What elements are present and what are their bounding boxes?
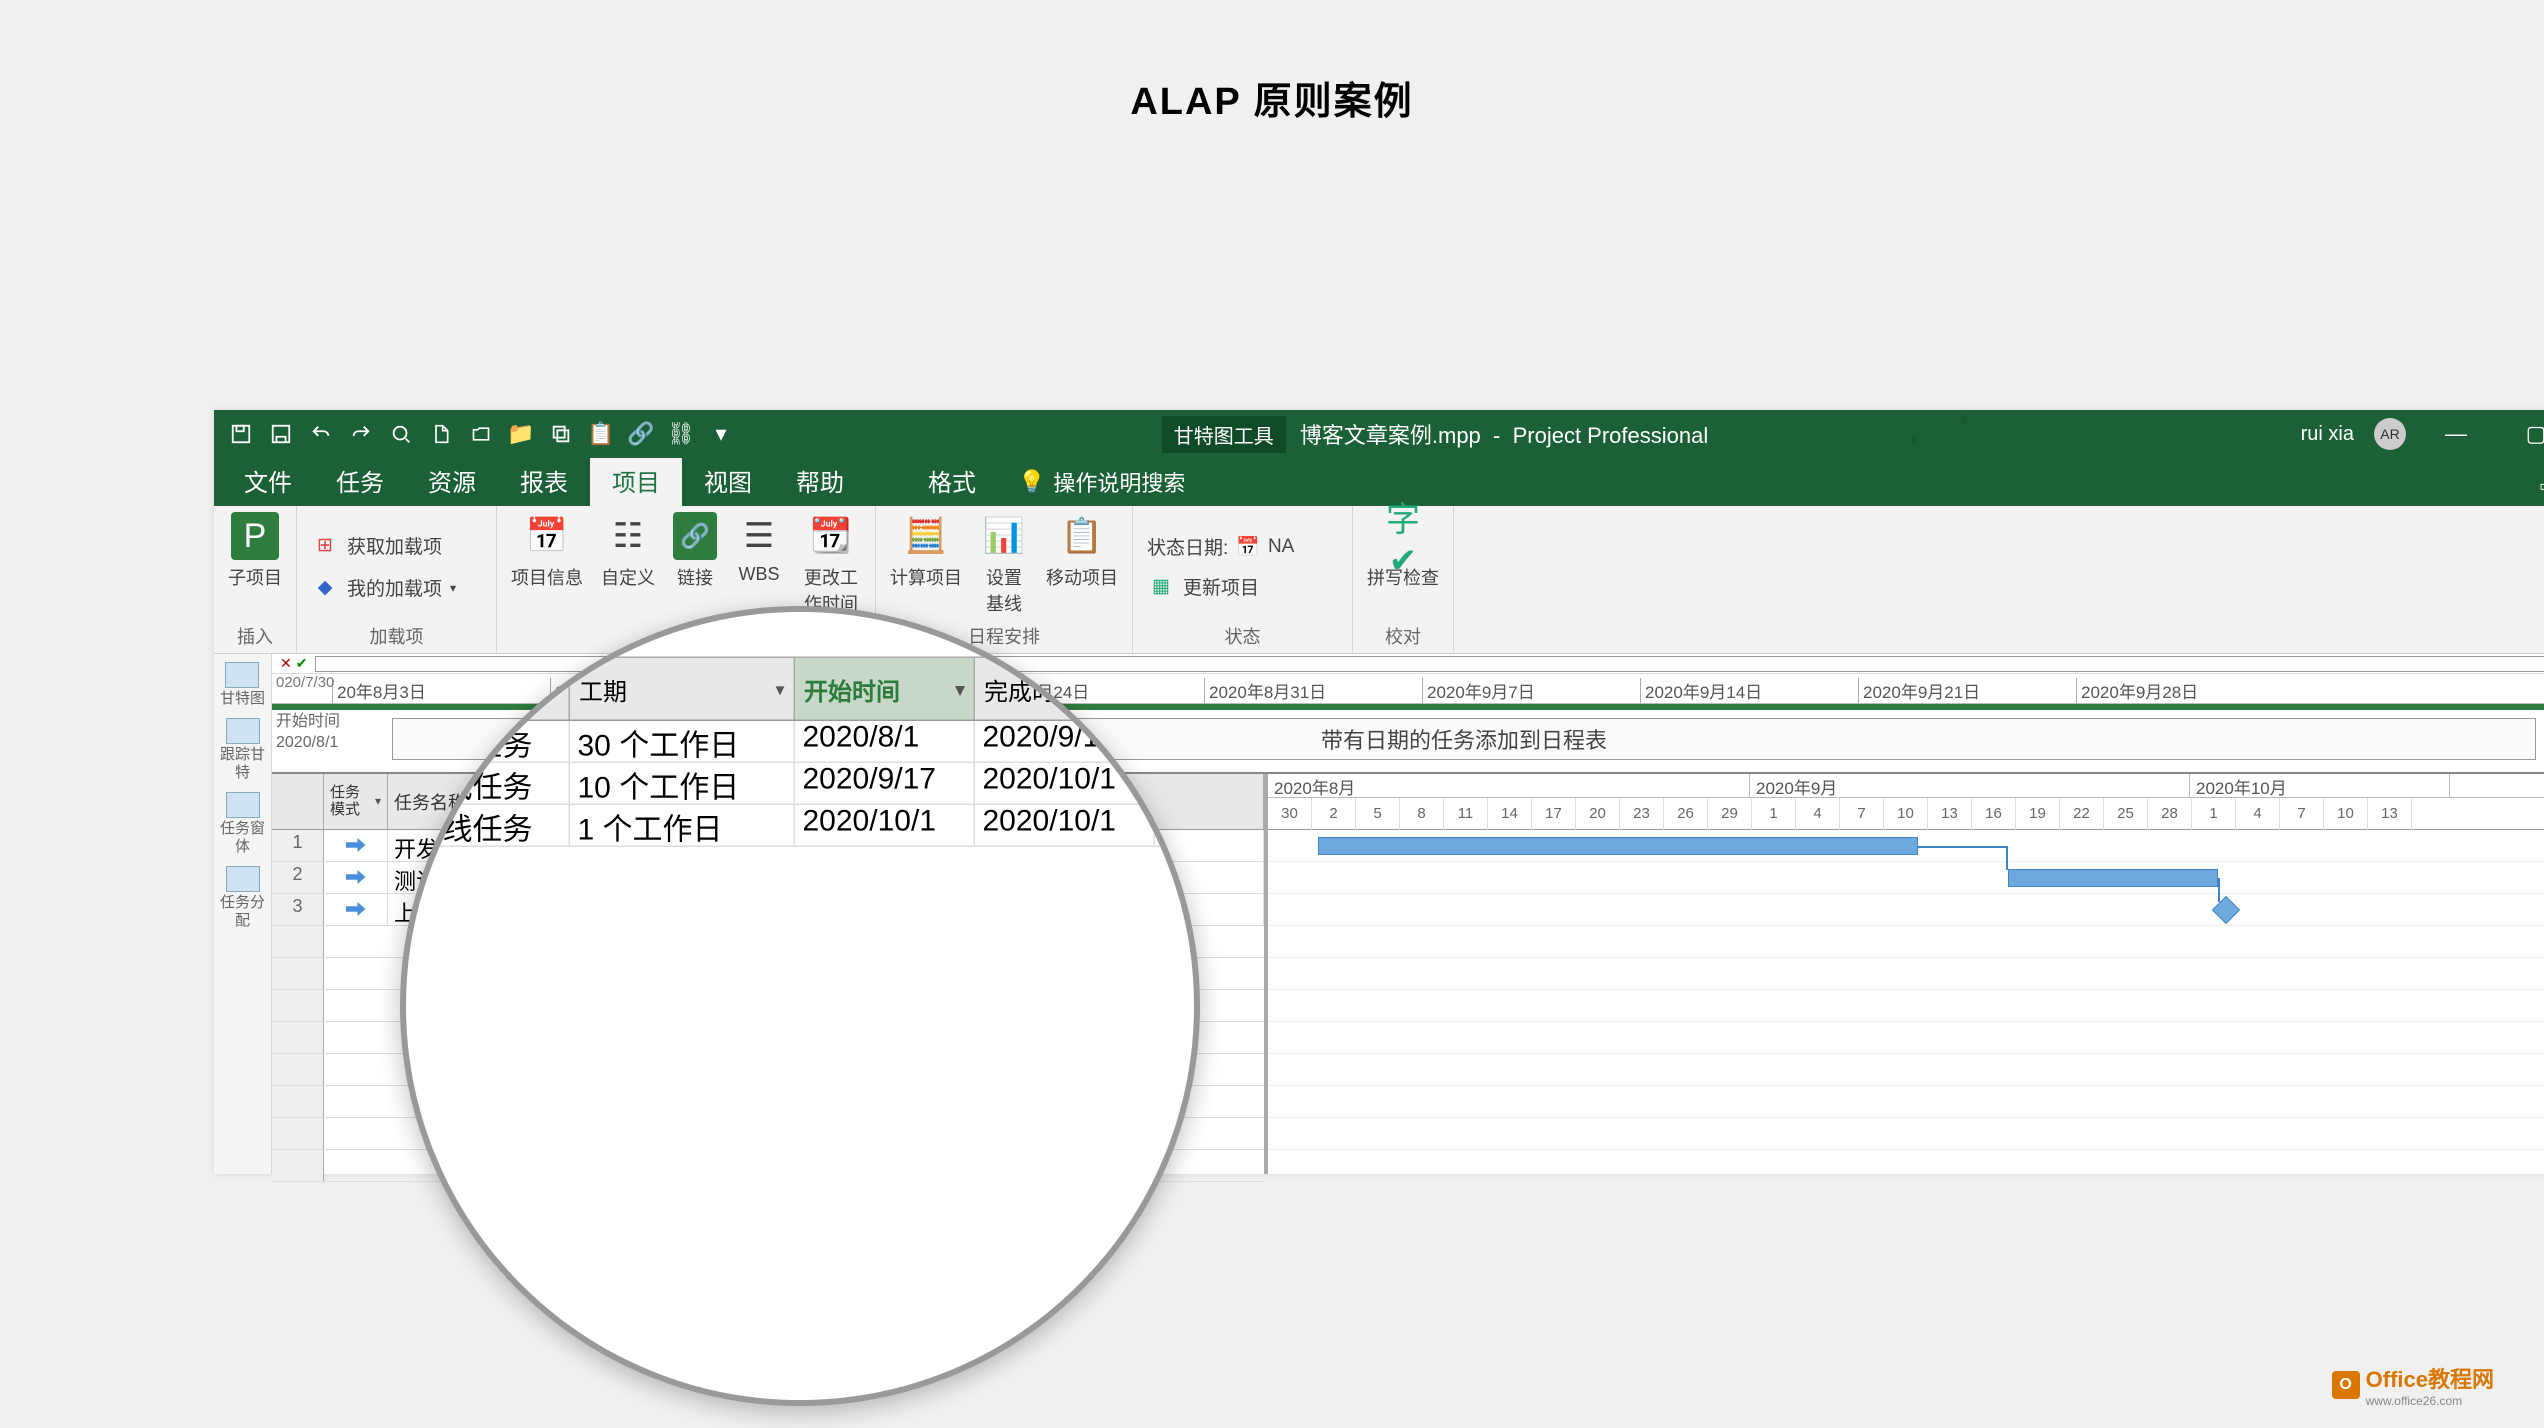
move-project-button[interactable]: 📋 移动项目 xyxy=(1046,512,1118,590)
user-avatar-icon[interactable]: AR xyxy=(2374,418,2406,450)
myaddins-icon: ◆ xyxy=(311,574,339,602)
timeline-top-date: 020/7/30 xyxy=(276,674,334,691)
menu-report[interactable]: 报表 xyxy=(498,455,590,506)
wbs-button[interactable]: ☰ WBS xyxy=(735,512,783,585)
user-name: rui xia xyxy=(2301,423,2354,446)
gantt-chart[interactable]: 2020年8月2020年9月2020年10月 30258111417202326… xyxy=(1268,774,2544,1174)
timeline-start-label: 开始时间2020/8/1 xyxy=(276,712,340,754)
menu-help[interactable]: 帮助 xyxy=(774,455,866,506)
subproject-button[interactable]: P 子项目 xyxy=(228,512,282,590)
my-addins-button[interactable]: ◆ 我的加载项 ▾ xyxy=(311,572,482,604)
gantt-view-icon xyxy=(225,662,259,688)
minimize-button[interactable]: ― xyxy=(2426,410,2486,458)
col-info[interactable] xyxy=(272,774,324,829)
view-task-usage[interactable]: 任务分配 xyxy=(216,866,269,930)
print-preview-icon[interactable] xyxy=(388,421,414,447)
task-mode-icon xyxy=(324,894,388,925)
copy-icon[interactable] xyxy=(548,421,574,447)
project-info-button[interactable]: 📅 项目信息 xyxy=(511,512,583,590)
tell-me-search[interactable]: 💡 操作说明搜索 xyxy=(998,458,1205,506)
menu-project[interactable]: 项目 xyxy=(590,455,682,506)
set-baseline-button[interactable]: 📊 设置基线 xyxy=(980,512,1028,616)
tracking-gantt-icon xyxy=(226,718,260,744)
view-tracking-gantt[interactable]: 跟踪甘特 xyxy=(216,718,269,782)
magnifier-overlay: 20年8月3日 2020年8月10日 2020年8月17日 开始时间2020/8… xyxy=(400,606,1200,1406)
menu-format[interactable]: 格式 xyxy=(906,455,998,506)
qat-dropdown-icon[interactable]: ▾ xyxy=(708,421,734,447)
spellcheck-button[interactable]: 字✔ 拼写检查 xyxy=(1367,512,1439,590)
ribbon-mode-icon[interactable]: ▭ xyxy=(2519,466,2544,506)
task-mode-icon xyxy=(324,862,388,893)
menu-view[interactable]: 视图 xyxy=(682,455,774,506)
confirm-entry-icon[interactable]: ✔ xyxy=(296,655,308,672)
filename: 博客文章案例.mpp xyxy=(1300,423,1481,448)
redo-icon[interactable] xyxy=(348,421,374,447)
subproject-icon: P xyxy=(231,512,279,560)
gantt-timescale: 2020年8月2020年9月2020年10月 30258111417202326… xyxy=(1268,774,2544,830)
store-icon: ⊞ xyxy=(311,532,339,560)
cancel-entry-icon[interactable]: ✕ xyxy=(280,655,292,672)
save-icon[interactable] xyxy=(228,421,254,447)
links-button[interactable]: 🔗 链接 xyxy=(673,512,717,590)
update-project-button[interactable]: ▦ 更新项目 xyxy=(1147,570,1338,602)
paste-icon[interactable]: 📋 xyxy=(588,421,614,447)
view-task-form[interactable]: 任务窗体 xyxy=(216,792,269,856)
calculate-project-button[interactable]: 🧮 计算项目 xyxy=(890,512,962,590)
task-mode-icon xyxy=(324,830,388,861)
gantt-bar[interactable] xyxy=(2008,869,2218,887)
menu-file[interactable]: 文件 xyxy=(222,455,314,506)
update-icon: ▦ xyxy=(1147,572,1175,600)
lightbulb-icon: 💡 xyxy=(1018,469,1045,495)
titlebar: 📁 📋 🔗 ⛓ ▾ 甘特图工具 博客文章案例.mpp - Project Pro… xyxy=(214,410,2544,458)
baseline-icon: 📊 xyxy=(980,512,1028,560)
undo-icon[interactable] xyxy=(308,421,334,447)
office-logo-icon: O xyxy=(2332,1371,2360,1399)
status-date-field[interactable]: 状态日期: 📅 NA xyxy=(1147,531,1338,562)
gantt-bar[interactable] xyxy=(1318,837,1918,855)
quick-access-toolbar: 📁 📋 🔗 ⛓ ▾ xyxy=(214,421,748,447)
status-date-calendar-icon: 📅 xyxy=(1236,535,1260,559)
view-gantt[interactable]: 甘特图 xyxy=(220,662,265,708)
menu-task[interactable]: 任务 xyxy=(314,455,406,506)
open-icon[interactable] xyxy=(468,421,494,447)
calendar-icon: 📆 xyxy=(807,512,855,560)
custom-fields-button[interactable]: ☷ 自定义 xyxy=(601,512,655,590)
change-working-time-button[interactable]: 📆 更改工作时间 xyxy=(801,512,861,616)
task-form-icon xyxy=(226,792,260,818)
info-icon: 📅 xyxy=(523,512,571,560)
context-tab-label: 甘特图工具 xyxy=(1162,416,1286,453)
chevron-down-icon: ▾ xyxy=(450,581,456,595)
spell-icon: 字✔ xyxy=(1379,512,1427,560)
link-icon[interactable]: 🔗 xyxy=(628,421,654,447)
maximize-button[interactable]: ▢ xyxy=(2506,410,2544,458)
save-as-icon[interactable] xyxy=(268,421,294,447)
move-icon: 📋 xyxy=(1058,512,1106,560)
titlebar-right: rui xia AR ― ▢ ✕ xyxy=(2301,410,2544,458)
links-icon: 🔗 xyxy=(673,512,717,560)
folder-icon[interactable]: 📁 xyxy=(508,421,534,447)
fields-icon: ☷ xyxy=(604,512,652,560)
new-doc-icon[interactable] xyxy=(428,421,454,447)
watermark: O Office教程网www.office26.com xyxy=(2332,1362,2494,1408)
col-mode[interactable]: 任务模式▾ xyxy=(324,774,388,829)
view-bar: 甘特图 跟踪甘特 任务窗体 任务分配 xyxy=(214,654,272,1174)
menu-resource[interactable]: 资源 xyxy=(406,455,498,506)
wbs-icon: ☰ xyxy=(735,512,783,560)
ribbon-group-insert: P 子项目 插入 xyxy=(214,506,297,653)
unlink-icon[interactable]: ⛓ xyxy=(668,421,694,447)
ribbon-group-proofing: 字✔ 拼写检查 校对 xyxy=(1353,506,1454,653)
page-heading: ALAP 原则案例 xyxy=(0,0,2544,175)
app-name: Project Professional xyxy=(1513,423,1709,448)
get-addins-button[interactable]: ⊞ 获取加载项 xyxy=(311,530,482,562)
calc-icon: 🧮 xyxy=(902,512,950,560)
task-usage-icon xyxy=(226,866,260,892)
filter-icon[interactable]: ▾ xyxy=(375,795,381,808)
